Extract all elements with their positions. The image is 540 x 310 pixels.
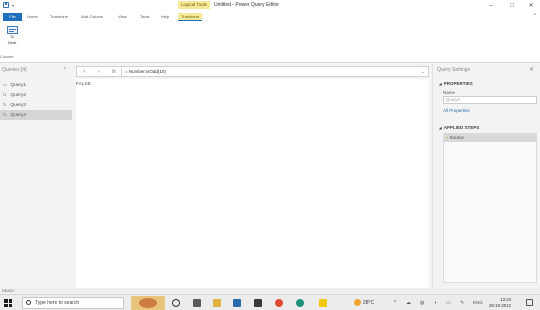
tab-view[interactable]: View xyxy=(115,13,130,21)
widgets-icon[interactable] xyxy=(193,299,201,307)
tab-add-column[interactable]: Add Column xyxy=(78,13,106,21)
mail-icon[interactable] xyxy=(233,299,241,307)
save-icon[interactable] xyxy=(3,2,9,8)
collapse-triangle-icon: ◢ xyxy=(439,82,442,86)
collapse-ribbon-icon[interactable]: ^ xyxy=(534,13,536,19)
query-settings-pane: Query Settings ✕ ◢ PROPERTIES Name Query4… xyxy=(432,64,540,288)
search-icon xyxy=(26,300,31,305)
network-icon[interactable]: ◍ xyxy=(420,299,424,307)
maximize-button[interactable]: □ xyxy=(502,0,522,12)
query-item[interactable]: fx Query2 xyxy=(0,90,72,100)
query-item[interactable]: ▭ Query1 xyxy=(0,80,72,90)
to-table-label-1: To xyxy=(9,35,14,39)
table-query-icon: ▭ xyxy=(3,82,8,87)
weather-widget[interactable]: 28°C xyxy=(354,299,374,307)
fx-icon[interactable]: fx xyxy=(112,68,116,76)
to-table-label-2: Table xyxy=(7,40,17,45)
result-value: FALSE xyxy=(76,82,91,87)
query-label: Query3 xyxy=(10,103,27,108)
ribbon-tabs: File Home Transform Add Column View Tool… xyxy=(0,12,540,23)
query-name-input[interactable]: Query4 xyxy=(443,96,537,104)
step-settings-icon: ▪ xyxy=(446,135,448,140)
close-settings-icon[interactable]: ✕ xyxy=(529,66,534,73)
queries-header: Queries [4] xyxy=(2,67,27,73)
to-table-button[interactable]: To Table xyxy=(2,26,22,45)
formula-input[interactable]: = Number.IsOdd(10) xyxy=(125,68,166,76)
store-icon[interactable] xyxy=(254,299,262,307)
sun-icon xyxy=(354,299,361,307)
query-label: Query1 xyxy=(10,83,27,88)
taskbar: Type here to search 28°C ^ ☁ ◍ ◖ ▭ ✎ ENG… xyxy=(0,294,540,310)
window-title: Untitled - Power Query Editor xyxy=(214,2,280,8)
queries-pane: Queries [4] ‹ ▭ Query1 fx Query2 fx Quer… xyxy=(0,64,72,288)
power-bi-icon[interactable] xyxy=(319,299,327,307)
qat-dropdown-icon[interactable]: ▾ xyxy=(12,3,14,8)
collapse-pane-icon[interactable]: ‹ xyxy=(64,66,66,72)
query-item-selected[interactable]: fx Query4 xyxy=(0,110,72,120)
tab-tools[interactable]: Tools xyxy=(137,13,152,21)
tab-file[interactable]: File xyxy=(3,13,22,21)
query-label: Query2 xyxy=(10,93,27,98)
close-window-button[interactable]: ✕ xyxy=(521,0,540,12)
confirm-formula-icon[interactable]: ✓ xyxy=(97,68,102,76)
ribbon-group-label: Convert xyxy=(0,55,14,59)
pen-icon[interactable]: ✎ xyxy=(460,299,464,307)
show-hidden-icons[interactable]: ^ xyxy=(394,299,396,307)
collapse-triangle-icon: ◢ xyxy=(439,126,442,130)
minimize-button[interactable]: – xyxy=(481,0,501,12)
all-properties-link[interactable]: All Properties xyxy=(443,108,470,113)
office-icon[interactable] xyxy=(275,299,283,307)
query-item[interactable]: fx Query3 xyxy=(0,100,72,110)
tab-home[interactable]: Home xyxy=(24,13,41,21)
function-query-icon: fx xyxy=(3,112,7,117)
tab-help[interactable]: Help xyxy=(158,13,172,21)
search-highlight-image[interactable] xyxy=(131,296,165,310)
search-placeholder: Type here to search xyxy=(35,300,80,306)
properties-header[interactable]: ◢ PROPERTIES xyxy=(439,81,473,86)
language-indicator[interactable]: ENG xyxy=(473,299,483,307)
tab-context-transform[interactable]: Transform xyxy=(178,13,203,21)
query-settings-title: Query Settings xyxy=(437,67,471,73)
clock[interactable]: 13:34 28-10-2022 xyxy=(489,297,511,308)
title-bar: ▾ Logical Tools Untitled - Power Query E… xyxy=(0,0,540,12)
applied-steps-header[interactable]: ◢ APPLIED STEPS xyxy=(439,125,479,130)
task-view-icon[interactable] xyxy=(172,299,180,307)
file-explorer-icon[interactable] xyxy=(213,299,221,307)
cancel-formula-icon[interactable]: ✕ xyxy=(82,68,87,76)
formula-bar: ✕ ✓ fx = Number.IsOdd(10) ⌄ xyxy=(76,66,429,77)
formula-separator xyxy=(121,68,122,76)
clock-date: 28-10-2022 xyxy=(489,302,511,308)
volume-icon[interactable]: ◖ xyxy=(434,299,437,307)
function-query-icon: fx xyxy=(3,92,7,97)
tab-transform[interactable]: Transform xyxy=(47,13,71,21)
context-tab-header: Logical Tools xyxy=(178,1,210,9)
ribbon: To Table Convert xyxy=(0,23,540,63)
expand-formula-icon[interactable]: ⌄ xyxy=(421,68,425,76)
edge-browser-icon[interactable] xyxy=(296,299,304,307)
windows-start-icon[interactable] xyxy=(4,299,12,307)
taskbar-search-input[interactable]: Type here to search xyxy=(22,297,124,309)
quick-access-toolbar: ▾ xyxy=(3,2,14,8)
table-icon xyxy=(6,26,18,34)
query-label: Query4 xyxy=(10,113,27,118)
battery-icon[interactable]: ▭ xyxy=(446,299,451,307)
results-pane: FALSE xyxy=(76,79,429,288)
function-query-icon: fx xyxy=(3,102,7,107)
cloud-icon[interactable]: ☁ xyxy=(406,299,411,307)
applied-steps-list: ▪ Source xyxy=(443,133,537,283)
notification-icon[interactable] xyxy=(526,299,533,306)
applied-step-item[interactable]: ▪ Source xyxy=(444,134,536,142)
name-label: Name xyxy=(443,90,456,95)
